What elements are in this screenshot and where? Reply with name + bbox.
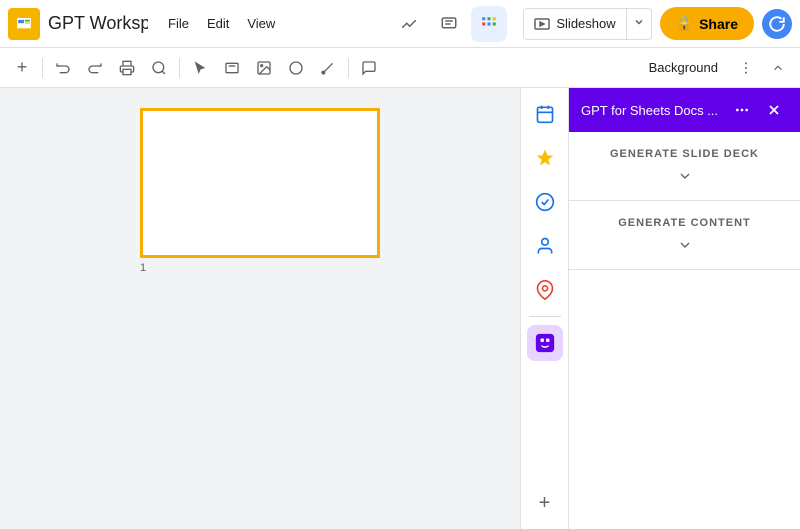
maps-addon-icon[interactable] [527,272,563,308]
menu-edit[interactable]: Edit [199,12,237,35]
share-label: Share [699,16,738,32]
background-label: Background [649,60,718,75]
section1-title: GENERATE SLIDE DECK [585,148,784,160]
redo-button[interactable] [81,54,109,82]
right-panel-icons [728,96,788,124]
calendar-addon-icon[interactable] [527,96,563,132]
right-panel: GPT for Sheets Docs ... [568,88,800,529]
slideshow-main[interactable]: Slideshow [524,10,625,37]
ai-addon-icon[interactable] [527,325,563,361]
section1-chevron[interactable] [585,168,784,184]
collapse-button[interactable] [764,54,792,82]
app-icon [8,8,40,40]
line-tool[interactable] [314,54,342,82]
slide-number: 1 [140,262,146,274]
cursor-tool[interactable] [186,54,214,82]
share-lock-icon: 🔒 [676,15,693,32]
generate-slide-deck-section: GENERATE SLIDE DECK [569,132,800,201]
menu-bar: File Edit View [160,12,283,35]
add-icon: + [539,492,551,515]
apps-icon[interactable] [471,6,507,42]
right-panel-more-icon[interactable] [728,96,756,124]
undo-button[interactable] [49,54,77,82]
contacts-addon-icon[interactable] [527,228,563,264]
search-button[interactable] [145,54,173,82]
section2-title: GENERATE CONTENT [585,217,784,229]
comment-tool[interactable] [355,54,383,82]
slide-thumbnail[interactable] [140,108,380,258]
analytics-icon[interactable] [391,6,427,42]
keep-addon-icon[interactable] [527,140,563,176]
right-panel-close-icon[interactable] [760,96,788,124]
menu-file[interactable]: File [160,12,197,35]
second-toolbar: + [0,48,800,88]
menu-view[interactable]: View [239,12,283,35]
slides-panel: 1 [0,88,520,529]
chat-icon[interactable] [431,6,467,42]
generate-content-section: GENERATE CONTENT [569,201,800,270]
more-options-button[interactable] [732,54,760,82]
top-bar: GPT Workspac File Edit View [0,0,800,48]
slideshow-button[interactable]: Slideshow [523,8,651,40]
add-button[interactable]: + [8,54,36,82]
app-title: GPT Workspac [48,13,148,34]
background-button[interactable]: Background [639,56,728,79]
print-button[interactable] [113,54,141,82]
tasks-addon-icon[interactable] [527,184,563,220]
right-panel-header: GPT for Sheets Docs ... [569,88,800,132]
slideshow-label: Slideshow [556,16,615,31]
shape-tool[interactable] [282,54,310,82]
refresh-icon[interactable] [762,9,792,39]
main-area: 1 [0,88,800,529]
slideshow-dropdown[interactable] [626,9,651,39]
section2-chevron[interactable] [585,237,784,253]
toolbar-icons [391,6,507,42]
divider-2 [179,58,180,78]
side-icon-divider [529,316,561,317]
right-panel-title: GPT for Sheets Docs ... [581,103,718,118]
divider-3 [348,58,349,78]
add-addon-button[interactable]: + [527,485,563,521]
share-button[interactable]: 🔒 Share [660,7,754,40]
textbox-tool[interactable] [218,54,246,82]
image-tool[interactable] [250,54,278,82]
side-icons: + [520,88,568,529]
divider-1 [42,58,43,78]
